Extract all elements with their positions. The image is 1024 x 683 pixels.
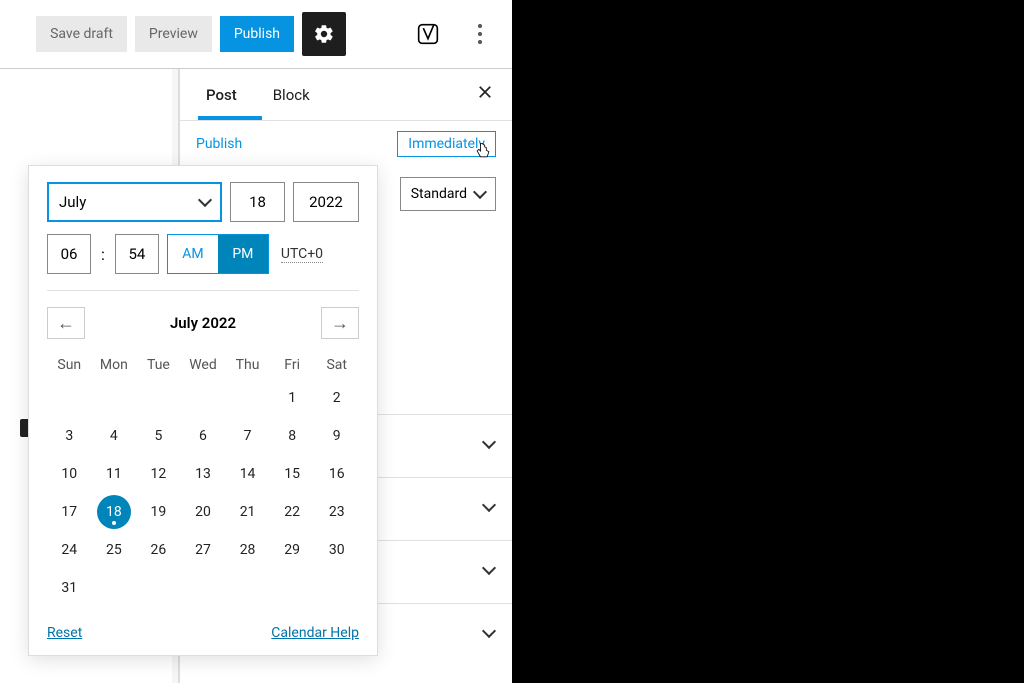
year-input[interactable]: 2022 <box>293 182 359 222</box>
day-30[interactable]: 30 <box>314 531 359 569</box>
day-empty <box>181 379 226 417</box>
day-14[interactable]: 14 <box>225 455 270 493</box>
yoast-icon[interactable] <box>406 12 450 56</box>
day-21[interactable]: 21 <box>225 493 270 531</box>
chevron-down-icon <box>198 193 212 207</box>
day-26[interactable]: 26 <box>136 531 181 569</box>
chevron-down-icon <box>482 561 496 575</box>
day-31[interactable]: 31 <box>47 569 92 607</box>
calendar-month-label: July 2022 <box>170 314 236 332</box>
day-23[interactable]: 23 <box>314 493 359 531</box>
datetime-picker: July 18 2022 06 : 54 AM PM UTC+0 ← July … <box>28 165 378 656</box>
chevron-down-icon <box>482 435 496 449</box>
post-format-value: Standard <box>411 186 467 202</box>
day-empty <box>47 379 92 417</box>
minute-input[interactable]: 54 <box>115 234 159 274</box>
publish-schedule-value[interactable]: Immediately <box>397 131 496 157</box>
dow-header: Tue <box>136 351 181 379</box>
calendar-grid: SunMonTueWedThuFriSat1234567891011121314… <box>47 351 359 607</box>
post-format-select[interactable]: Standard <box>400 177 496 211</box>
dow-header: Wed <box>181 351 226 379</box>
day-empty <box>136 379 181 417</box>
day-20[interactable]: 20 <box>181 493 226 531</box>
day-6[interactable]: 6 <box>181 417 226 455</box>
hour-input[interactable]: 06 <box>47 234 91 274</box>
preview-button[interactable]: Preview <box>135 16 212 52</box>
day-empty <box>225 379 270 417</box>
chevron-down-icon <box>482 624 496 638</box>
next-month-button[interactable]: → <box>321 307 359 339</box>
tab-post[interactable]: Post <box>198 69 245 120</box>
more-options-button[interactable] <box>458 12 502 56</box>
timezone-label[interactable]: UTC+0 <box>281 246 323 263</box>
arrow-right-icon: → <box>331 313 349 334</box>
day-empty <box>225 569 270 607</box>
dow-header: Sat <box>314 351 359 379</box>
day-28[interactable]: 28 <box>225 531 270 569</box>
day-empty <box>136 569 181 607</box>
day-7[interactable]: 7 <box>225 417 270 455</box>
dow-header: Fri <box>270 351 315 379</box>
day-16[interactable]: 16 <box>314 455 359 493</box>
settings-icon[interactable] <box>302 12 346 56</box>
cursor-icon <box>473 140 493 166</box>
day-10[interactable]: 10 <box>47 455 92 493</box>
publish-schedule-label: Publish <box>196 136 242 152</box>
day-22[interactable]: 22 <box>270 493 315 531</box>
day-18[interactable]: 18 <box>92 493 137 531</box>
time-colon: : <box>99 245 107 264</box>
day-27[interactable]: 27 <box>181 531 226 569</box>
day-empty <box>92 569 137 607</box>
day-24[interactable]: 24 <box>47 531 92 569</box>
dow-header: Thu <box>225 351 270 379</box>
day-13[interactable]: 13 <box>181 455 226 493</box>
day-29[interactable]: 29 <box>270 531 315 569</box>
editor-toolbar: Save draft Preview Publish <box>0 0 512 68</box>
publish-button[interactable]: Publish <box>220 16 294 52</box>
day-5[interactable]: 5 <box>136 417 181 455</box>
day-17[interactable]: 17 <box>47 493 92 531</box>
day-3[interactable]: 3 <box>47 417 92 455</box>
month-select-value: July <box>59 193 86 211</box>
dow-header: Mon <box>92 351 137 379</box>
arrow-left-icon: ← <box>57 313 75 334</box>
chevron-down-icon <box>482 498 496 512</box>
prev-month-button[interactable]: ← <box>47 307 85 339</box>
ampm-toggle: AM PM <box>167 234 269 274</box>
pm-button[interactable]: PM <box>218 235 268 273</box>
day-25[interactable]: 25 <box>92 531 137 569</box>
close-icon <box>476 83 494 101</box>
dow-header: Sun <box>47 351 92 379</box>
day-19[interactable]: 19 <box>136 493 181 531</box>
day-input[interactable]: 18 <box>230 182 285 222</box>
day-15[interactable]: 15 <box>270 455 315 493</box>
day-2[interactable]: 2 <box>314 379 359 417</box>
day-9[interactable]: 9 <box>314 417 359 455</box>
astra-icon[interactable] <box>354 12 398 56</box>
day-empty <box>314 569 359 607</box>
kebab-icon <box>470 24 490 44</box>
day-empty <box>270 569 315 607</box>
tab-block[interactable]: Block <box>265 69 318 120</box>
day-4[interactable]: 4 <box>92 417 137 455</box>
chevron-down-icon <box>473 185 487 199</box>
calendar-help-link[interactable]: Calendar Help <box>271 625 359 641</box>
reset-link[interactable]: Reset <box>47 625 82 641</box>
save-draft-button[interactable]: Save draft <box>36 16 127 52</box>
am-button[interactable]: AM <box>168 235 218 273</box>
day-empty <box>181 569 226 607</box>
day-empty <box>92 379 137 417</box>
month-select[interactable]: July <box>47 182 222 222</box>
close-panel-button[interactable] <box>476 82 494 107</box>
day-11[interactable]: 11 <box>92 455 137 493</box>
day-8[interactable]: 8 <box>270 417 315 455</box>
day-1[interactable]: 1 <box>270 379 315 417</box>
day-12[interactable]: 12 <box>136 455 181 493</box>
